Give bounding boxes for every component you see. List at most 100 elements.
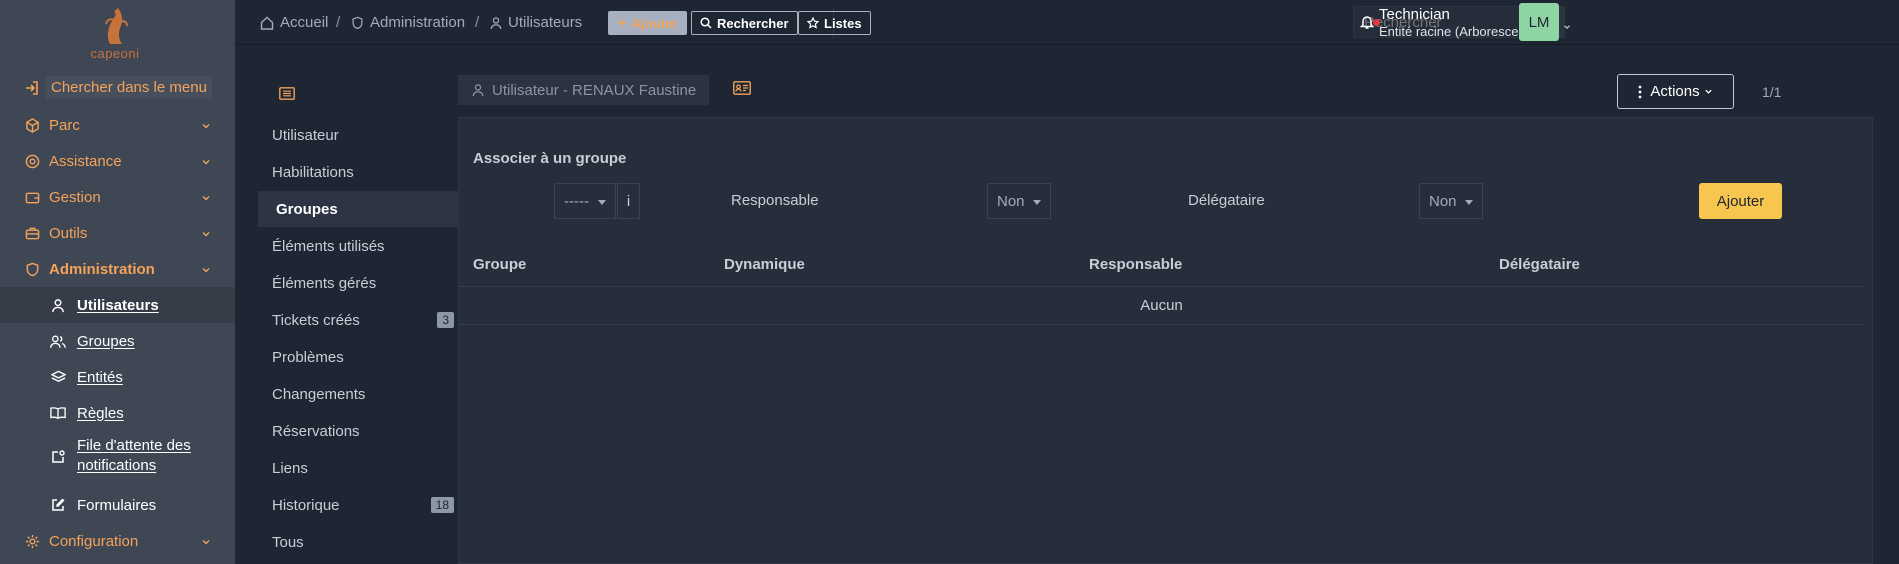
header-search-label: Rechercher [717, 15, 789, 31]
chevron-down-icon [201, 118, 211, 135]
tab-label: Liens [272, 459, 308, 477]
notifications-bell[interactable] [1359, 14, 1380, 34]
submenu-item-label: Groupes [77, 332, 135, 350]
tab-count-badge: 3 [437, 312, 454, 328]
chevron-down-icon [201, 154, 211, 171]
tab-reservations[interactable]: Réservations [258, 413, 458, 449]
breadcrumb-utilisateurs[interactable]: Utilisateurs [490, 14, 582, 31]
user-icon [472, 83, 484, 97]
tab-elements-utilises[interactable]: Éléments utilisés [258, 228, 458, 264]
notification-queue-icon [50, 449, 66, 465]
menu-item-gestion[interactable]: Gestion [0, 180, 235, 214]
submenu-item-regles[interactable]: Règles [0, 395, 235, 431]
logo-text: capeoni [90, 46, 140, 61]
submenu-item-label: Formulaires [77, 496, 157, 514]
tab-label: Historique [272, 496, 340, 514]
actions-button[interactable]: Actions [1617, 74, 1734, 109]
item-title-text: Utilisateur - RENAUX Faustine [492, 81, 697, 99]
tab-elements-geres[interactable]: Éléments gérés [258, 265, 458, 301]
tab-label: Éléments utilisés [272, 237, 385, 255]
menu-item-configuration[interactable]: Configuration [0, 524, 235, 558]
chevron-down-icon [201, 534, 211, 551]
edit-icon [50, 497, 66, 513]
chevron-down-icon[interactable] [1563, 18, 1571, 35]
cube-icon [24, 117, 40, 133]
menu-item-administration[interactable]: Administration [0, 252, 235, 286]
pager: 1/1 [1762, 84, 1782, 100]
responsable-label: Responsable [731, 192, 819, 209]
lifebuoy-icon [24, 153, 40, 169]
tab-label: Changements [272, 385, 366, 403]
tab-label: Tous [272, 533, 304, 551]
star-icon [807, 17, 819, 29]
add-group-button[interactable]: Ajouter [1699, 183, 1782, 219]
menu-item-assistance[interactable]: Assistance [0, 144, 235, 178]
tab-utilisateur[interactable]: Utilisateur [258, 117, 458, 153]
menu-item-label: Administration [49, 260, 155, 278]
header-lists-button[interactable]: Listes [798, 11, 871, 35]
logo[interactable]: capeoni [70, 6, 160, 62]
sign-in-icon [26, 80, 38, 95]
tab-problemes[interactable]: Problèmes [258, 339, 458, 375]
shield-icon [351, 16, 364, 30]
responsable-select-value: Non [997, 192, 1025, 210]
menu-item-outils[interactable]: Outils [0, 216, 235, 250]
tab-label: Réservations [272, 422, 360, 440]
breadcrumb-accueil[interactable]: Accueil [260, 14, 328, 31]
column-header-groupe[interactable]: Groupe [473, 256, 526, 273]
breadcrumb-separator: / [336, 14, 341, 31]
info-button[interactable]: i [617, 183, 640, 219]
header-add-label: Ajouter [632, 15, 678, 31]
menu-item-parc[interactable]: Parc [0, 108, 235, 142]
avatar[interactable]: LM [1519, 3, 1559, 41]
delegataire-select[interactable]: Non [1419, 183, 1483, 219]
column-header-dynamique[interactable]: Dynamique [724, 256, 805, 273]
group-select[interactable]: ----- [554, 183, 616, 219]
tab-groupes[interactable]: Groupes [258, 191, 458, 227]
submenu-item-formulaires[interactable]: Formulaires [0, 487, 235, 523]
layers-icon [50, 369, 66, 385]
menu-search[interactable]: Chercher dans le menu [24, 76, 212, 99]
tab-label: Tickets créés [272, 311, 360, 329]
users-icon [50, 333, 66, 349]
header-search-button[interactable]: Rechercher [691, 11, 798, 35]
menu-item-label: Outils [49, 224, 88, 242]
tab-tous[interactable]: Tous [258, 524, 458, 560]
list-icon[interactable] [279, 87, 295, 104]
user-icon [490, 16, 502, 30]
breadcrumb-label: Utilisateurs [508, 14, 583, 31]
logo-figure-icon [105, 7, 128, 44]
group-select-value: ----- [564, 192, 589, 210]
submenu-item-entites[interactable]: Entités [0, 359, 235, 395]
submenu-item-label: Entités [77, 368, 123, 386]
column-header-responsable[interactable]: Responsable [1089, 256, 1182, 273]
form-title: Associer à un groupe [473, 150, 627, 167]
responsable-select[interactable]: Non [987, 183, 1051, 219]
tab-liens[interactable]: Liens [258, 450, 458, 486]
tab-changements[interactable]: Changements [258, 376, 458, 412]
submenu-item-label: File d'attente des notifications [77, 437, 191, 474]
plus-icon [617, 18, 627, 28]
tab-historique[interactable]: Historique 18 [258, 487, 458, 523]
kebab-icon [1638, 85, 1642, 99]
tab-label: Problèmes [272, 348, 344, 366]
chevron-down-icon [201, 226, 211, 243]
submenu-item-utilisateurs[interactable]: Utilisateurs [0, 287, 235, 323]
actions-label: Actions [1650, 83, 1700, 100]
menu-item-label: Configuration [49, 532, 139, 550]
id-card-icon[interactable] [733, 81, 751, 99]
tab-habilitations[interactable]: Habilitations [258, 154, 458, 190]
submenu-item-label: Règles [77, 404, 124, 422]
tab-tickets-crees[interactable]: Tickets créés 3 [258, 302, 458, 338]
submenu-item-notifications-queue[interactable]: File d'attente des notifications [0, 436, 235, 478]
header-add-button[interactable]: Ajouter [608, 11, 687, 35]
briefcase-icon [24, 225, 40, 241]
header-lists-label: Listes [824, 15, 862, 31]
submenu-item-groupes[interactable]: Groupes [0, 323, 235, 359]
header: Accueil / Administration / Utilisateurs … [235, 0, 1899, 45]
breadcrumb-administration[interactable]: Administration [351, 14, 465, 31]
column-header-delegataire[interactable]: Délégataire [1499, 256, 1580, 273]
chevron-down-icon [201, 190, 211, 207]
table-empty-message: Aucun [1140, 297, 1183, 314]
menu-search-label: Chercher dans le menu [46, 76, 212, 99]
